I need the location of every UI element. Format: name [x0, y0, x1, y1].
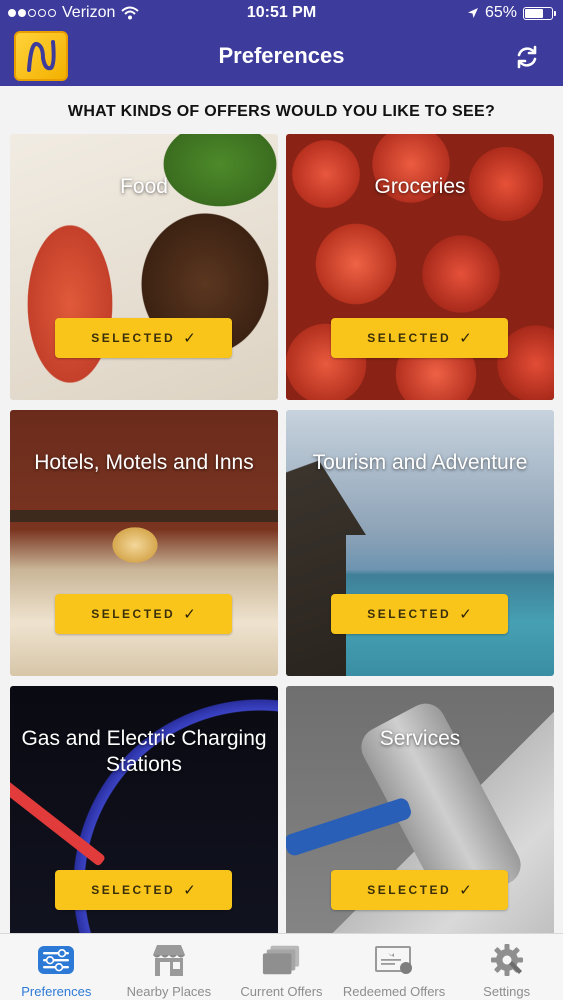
category-tile-groceries[interactable]: Groceries SELECTED ✓: [286, 134, 554, 400]
certificate-icon: [374, 942, 414, 978]
tab-current-offers[interactable]: Current Offers: [225, 934, 338, 1000]
selected-label: SELECTED: [367, 607, 452, 621]
category-tile-gas[interactable]: Gas and Electric Charging Stations SELEC…: [10, 686, 278, 952]
category-label: Hotels, Motels and Inns: [34, 451, 254, 474]
selected-button[interactable]: SELECTED ✓: [331, 870, 508, 910]
category-label: Tourism and Adventure: [312, 451, 528, 474]
battery-icon: [523, 6, 556, 20]
battery-percent: 65%: [484, 4, 517, 21]
check-icon: ✓: [459, 882, 472, 899]
refresh-button[interactable]: [511, 41, 543, 73]
location-arrow-icon: [467, 8, 478, 18]
status-bar: Verizon 10:51 PM 65%: [0, 0, 563, 28]
cards-icon: [261, 942, 301, 978]
category-label: Services: [379, 727, 461, 750]
category-tile-tourism[interactable]: Tourism and Adventure SELECTED ✓: [286, 410, 554, 676]
tab-bar: Preferences Nearby Places Current Offers: [0, 933, 563, 1000]
tab-redeemed-offers[interactable]: Redeemed Offers: [338, 934, 451, 1000]
check-icon: ✓: [183, 606, 196, 623]
refresh-icon: [517, 45, 537, 69]
tab-label: Redeemed Offers: [342, 984, 446, 999]
check-icon: ✓: [459, 606, 472, 623]
category-tile-services[interactable]: Services SELECTED ✓: [286, 686, 554, 952]
selected-button[interactable]: SELECTED ✓: [331, 318, 508, 358]
sliders-icon: [36, 942, 76, 978]
check-icon: ✓: [183, 330, 196, 347]
tab-label: Nearby Places: [126, 984, 212, 999]
category-label: Food: [120, 175, 168, 198]
check-icon: ✓: [459, 330, 472, 347]
offer-question: WHAT KINDS OF OFFERS WOULD YOU LIKE TO S…: [67, 103, 496, 120]
category-tile-food[interactable]: Food SELECTED ✓: [10, 134, 278, 400]
category-tile-hotels[interactable]: Hotels, Motels and Inns SELECTED ✓: [10, 410, 278, 676]
selected-label: SELECTED: [367, 883, 452, 897]
tab-settings[interactable]: Settings: [450, 934, 563, 1000]
category-label: Gas and Electric Charging Stations: [21, 727, 267, 776]
store-icon: [149, 942, 189, 978]
selected-label: SELECTED: [91, 331, 176, 345]
app-header: Preferences: [0, 28, 563, 86]
selected-label: SELECTED: [367, 331, 452, 345]
tab-label: Settings: [483, 984, 531, 999]
selected-button[interactable]: SELECTED ✓: [331, 594, 508, 634]
tab-label: Current Offers: [240, 984, 323, 999]
status-right: 65%: [467, 4, 556, 22]
gear-icon: [487, 942, 527, 978]
category-label: Groceries: [374, 175, 466, 198]
selected-button[interactable]: SELECTED ✓: [55, 870, 232, 910]
page-title: Preferences: [218, 43, 345, 68]
check-icon: ✓: [183, 882, 196, 899]
selected-label: SELECTED: [91, 883, 176, 897]
tab-label: Preferences: [21, 984, 92, 999]
selected-button[interactable]: SELECTED ✓: [55, 318, 232, 358]
selected-button[interactable]: SELECTED ✓: [55, 594, 232, 634]
tab-preferences[interactable]: Preferences: [0, 934, 113, 1000]
tab-nearby-places[interactable]: Nearby Places: [113, 934, 226, 1000]
selected-label: SELECTED: [91, 607, 176, 621]
